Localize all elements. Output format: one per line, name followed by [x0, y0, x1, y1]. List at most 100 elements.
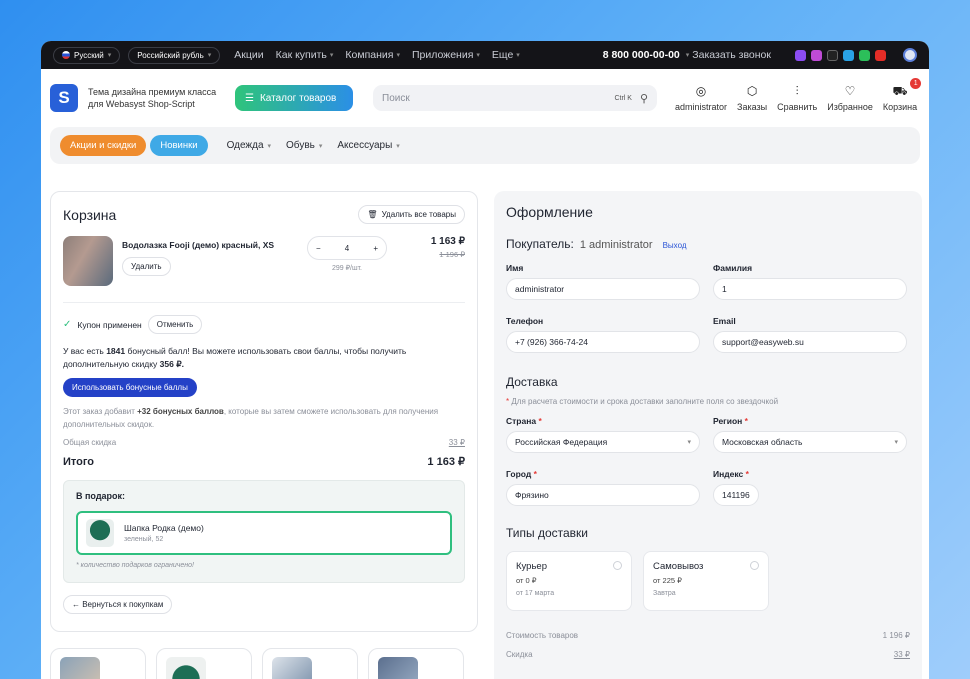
- radio-icon[interactable]: [750, 561, 759, 570]
- menu-apps[interactable]: Приложения ▾: [412, 49, 480, 61]
- chevron-down-icon: ▾: [107, 52, 112, 59]
- product-image[interactable]: [63, 236, 113, 286]
- new-chip[interactable]: Новинки: [150, 135, 208, 156]
- chart-icon: ⫶: [795, 83, 799, 98]
- required-icon: *: [745, 469, 749, 479]
- radio-icon[interactable]: [613, 561, 622, 570]
- compare-button[interactable]: ⫶ Сравнить: [777, 83, 817, 112]
- asterisk-icon: *: [506, 397, 510, 406]
- nav-clothes[interactable]: Одежда ▾: [227, 140, 271, 151]
- youtube-icon[interactable]: [875, 49, 886, 61]
- menu-more[interactable]: Еще ▾: [492, 49, 520, 61]
- courier-date: от 17 марта: [516, 590, 555, 597]
- use-bonus-button[interactable]: Использовать бонусные баллы: [63, 378, 197, 397]
- phone-number[interactable]: 8 800 000-00-00: [603, 49, 680, 61]
- pickup-date: Завтра: [653, 590, 676, 597]
- search-placeholder: Поиск: [382, 92, 410, 104]
- chevron-down-icon: ▾: [207, 52, 212, 59]
- discount-label: Общая скидка: [63, 438, 117, 447]
- social-links: [795, 49, 886, 61]
- goods-cost-value: 1 196 ₽: [882, 631, 910, 640]
- menu-label: Как купить: [275, 49, 327, 61]
- promo-chip[interactable]: Акции и скидки: [60, 135, 147, 156]
- viber-icon[interactable]: [795, 49, 806, 61]
- cart-button[interactable]: ⛟ 1 Корзина: [883, 77, 922, 112]
- delivery-title: Доставка: [506, 375, 558, 389]
- chevron-down-icon: ▾: [396, 142, 400, 150]
- email-field[interactable]: support@easyweb.su: [713, 331, 907, 353]
- plus-icon[interactable]: +: [373, 244, 378, 253]
- trash-icon: 🗑: [367, 210, 378, 219]
- product-card[interactable]: [262, 648, 358, 679]
- first-name-field[interactable]: administrator: [506, 278, 700, 300]
- menu-how-to-buy[interactable]: Как купить ▾: [276, 49, 334, 61]
- catalog-label: Каталог товаров: [259, 92, 337, 104]
- menu-icon: ☰: [245, 92, 254, 104]
- delivery-option-courier[interactable]: Курьер от 0 ₽ от 17 марта: [506, 551, 632, 611]
- quantity-value[interactable]: 4: [345, 244, 349, 253]
- buyer-name: 1 administrator: [579, 239, 653, 251]
- callback-link[interactable]: ▾ Заказать звонок: [686, 49, 771, 61]
- product-card[interactable]: [50, 648, 146, 679]
- menu-company[interactable]: Компания ▾: [345, 49, 400, 61]
- zip-field[interactable]: 141196: [713, 484, 759, 506]
- whatsapp-icon[interactable]: [859, 49, 870, 61]
- orders-label: Заказы: [737, 101, 768, 112]
- bonus-info: У вас есть 1841 бонусный балл! Вы можете…: [63, 345, 465, 371]
- currency-select[interactable]: Российский рубль ▾: [128, 46, 221, 64]
- country-label: Страна: [506, 416, 537, 426]
- header-actions: ◎ administrator ⬡ Заказы ⫶ Сравнить ♡ Избран…: [675, 77, 922, 112]
- phone-field[interactable]: +7 (926) 366-74-24: [506, 331, 700, 353]
- email-label: Email: [713, 316, 736, 326]
- chevron-down-icon: ▾: [685, 52, 690, 59]
- check-icon: ✓: [63, 319, 72, 330]
- phone-label: Телефон: [506, 316, 544, 326]
- product-card[interactable]: [156, 648, 252, 679]
- settings-icon[interactable]: [903, 48, 917, 62]
- category-nav: Акции и скидки Новинки Одежда ▾ Обувь ▾ Ак…: [50, 127, 920, 164]
- clear-cart-button[interactable]: 🗑 Удалить все товары: [358, 205, 465, 224]
- menu-promo[interactable]: Акции: [234, 49, 263, 61]
- chevron-down-icon: ▾: [516, 52, 520, 59]
- item-price: 1 163 ₽: [430, 236, 465, 247]
- favorites-button[interactable]: ♡ Избранное: [827, 84, 873, 112]
- region-label: Регион: [713, 416, 743, 426]
- max-icon[interactable]: [811, 49, 822, 61]
- last-name-label: Фамилия: [713, 263, 753, 273]
- first-name-label: Имя: [506, 263, 524, 273]
- catalog-button[interactable]: ☰ Каталог товаров: [235, 85, 353, 111]
- total-label: Итого: [63, 455, 95, 468]
- cancel-coupon-button[interactable]: Отменить: [147, 315, 203, 334]
- currency-label: Российский рубль: [137, 50, 204, 60]
- product-card[interactable]: [368, 648, 464, 679]
- r-icon[interactable]: [827, 49, 838, 61]
- last-name-field[interactable]: 1: [713, 278, 907, 300]
- search-input[interactable]: Поиск Ctrl K ⚲: [373, 85, 657, 111]
- telegram-icon[interactable]: [843, 49, 854, 61]
- logout-link[interactable]: Выход: [663, 241, 687, 250]
- gift-item[interactable]: Шапка Родка (демо) зеленый, 52: [76, 511, 452, 555]
- nav-label: Обувь: [286, 140, 315, 151]
- nav-shoes[interactable]: Обувь ▾: [286, 140, 322, 151]
- region-select[interactable]: Московская область ▾: [713, 431, 907, 453]
- minus-icon[interactable]: −: [316, 244, 321, 253]
- orders-button[interactable]: ⬡ Заказы: [737, 84, 768, 112]
- quantity-stepper[interactable]: − 4 +: [307, 236, 387, 260]
- nav-accessories[interactable]: Аксессуары ▾: [337, 140, 399, 151]
- country-select[interactable]: Российская Федерация ▾: [506, 431, 700, 453]
- total-value: 1 163 ₽: [427, 456, 465, 468]
- language-select[interactable]: Русский ▾: [53, 46, 121, 64]
- user-button[interactable]: ◎ administrator: [675, 84, 727, 112]
- chevron-down-icon: ▾: [476, 52, 480, 59]
- city-field[interactable]: Фрязино: [506, 484, 700, 506]
- menu-label: Акции: [234, 49, 264, 61]
- bonus-discount: 356 ₽.: [159, 359, 184, 369]
- search-icon[interactable]: ⚲: [640, 92, 648, 105]
- product-name[interactable]: Водолазка Fooji (демо) красный, XS: [122, 240, 297, 250]
- cart-badge: 1: [910, 77, 922, 89]
- remove-item-button[interactable]: Удалить: [122, 257, 171, 276]
- delivery-option-pickup[interactable]: Самовывоз от 225 ₽ Завтра: [643, 551, 769, 611]
- back-to-shop-button[interactable]: ← Вернуться к покупкам: [63, 595, 173, 614]
- earn-text: Этот заказ добавит: [63, 407, 135, 416]
- logo[interactable]: S: [50, 84, 78, 112]
